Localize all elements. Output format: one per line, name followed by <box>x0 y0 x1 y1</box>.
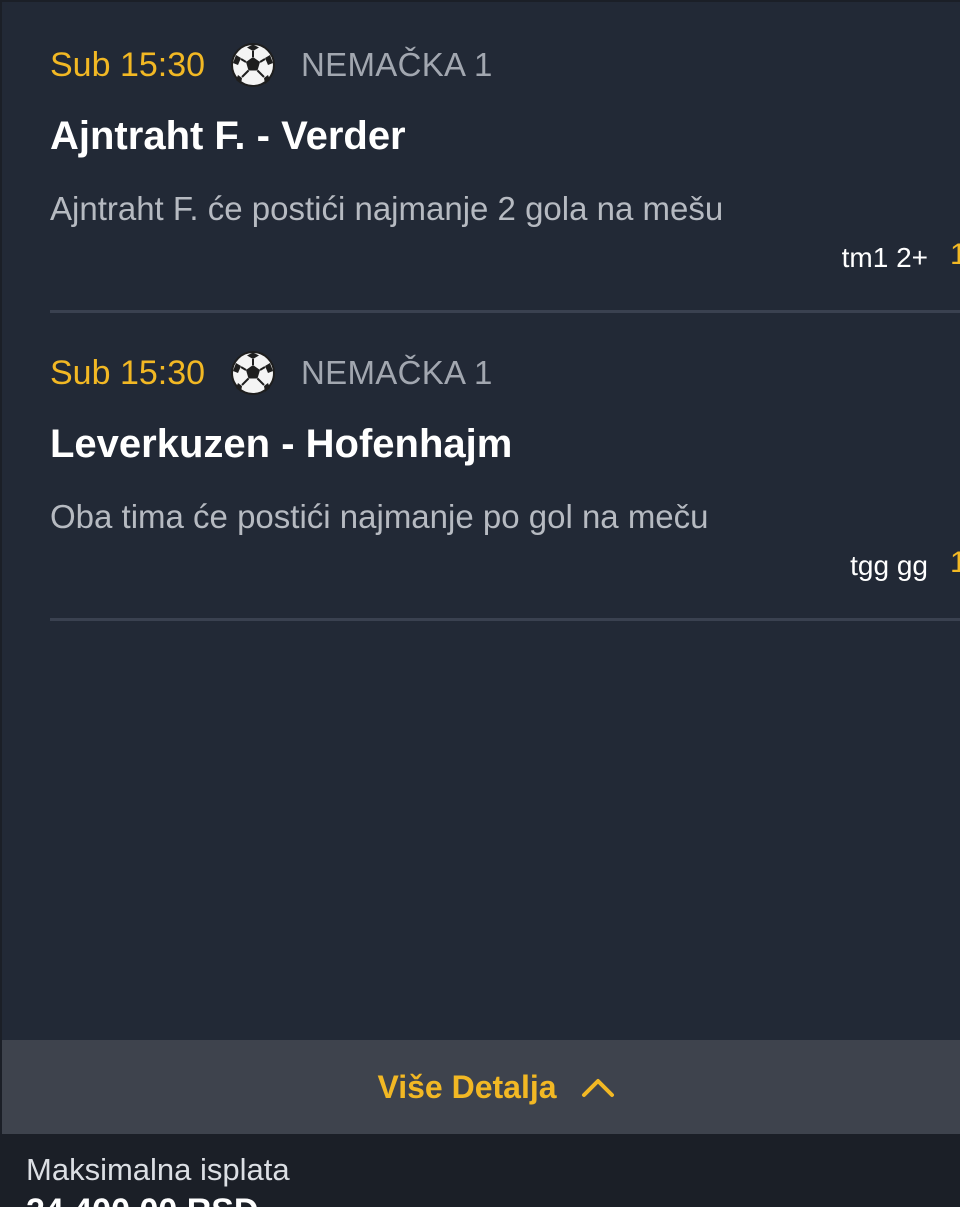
bet-description: Oba tima će postići najmanje po gol na m… <box>50 498 709 535</box>
league-name: NEMAČKA 1 <box>301 354 493 391</box>
bet-description: Ajntraht F. će postići najmanje 2 gola n… <box>50 190 724 227</box>
match-meta: Sub 15:30 NEMAČKA 1 <box>50 40 493 90</box>
more-details-button[interactable]: Više Detalja <box>2 1040 960 1134</box>
max-payout: Maksimalna isplata 24.400,00 RSD <box>26 1152 290 1207</box>
divider <box>50 310 960 313</box>
ticket-selections-panel: Sub 15:30 NEMAČKA 1 Ajntraht F. - Verder… <box>2 2 960 1040</box>
ticket-screen: Sub 15:30 NEMAČKA 1 Ajntraht F. - Verder… <box>0 0 960 1207</box>
match-time: Sub 15:30 <box>50 353 206 392</box>
league-name: NEMAČKA 1 <box>301 46 493 83</box>
soccer-ball-icon <box>229 349 277 397</box>
max-payout-label: Maksimalna isplata <box>26 1152 290 1187</box>
divider <box>50 618 960 621</box>
bet-code: tm1 2+ <box>841 242 928 273</box>
odds-value-clipped: 1 <box>950 546 960 579</box>
odds-value-clipped: 1 <box>950 238 960 271</box>
match-time: Sub 15:30 <box>50 45 206 84</box>
match-teams: Ajntraht F. - Verder <box>50 114 406 158</box>
match-teams: Leverkuzen - Hofenhajm <box>50 422 513 466</box>
chevron-up-icon <box>581 1076 615 1098</box>
more-details-label: Više Detalja <box>377 1068 557 1105</box>
max-payout-value: 24.400,00 RSD <box>26 1192 259 1207</box>
soccer-ball-icon <box>229 41 277 89</box>
bet-code: tgg gg <box>850 550 928 581</box>
match-meta: Sub 15:30 NEMAČKA 1 <box>50 348 493 398</box>
